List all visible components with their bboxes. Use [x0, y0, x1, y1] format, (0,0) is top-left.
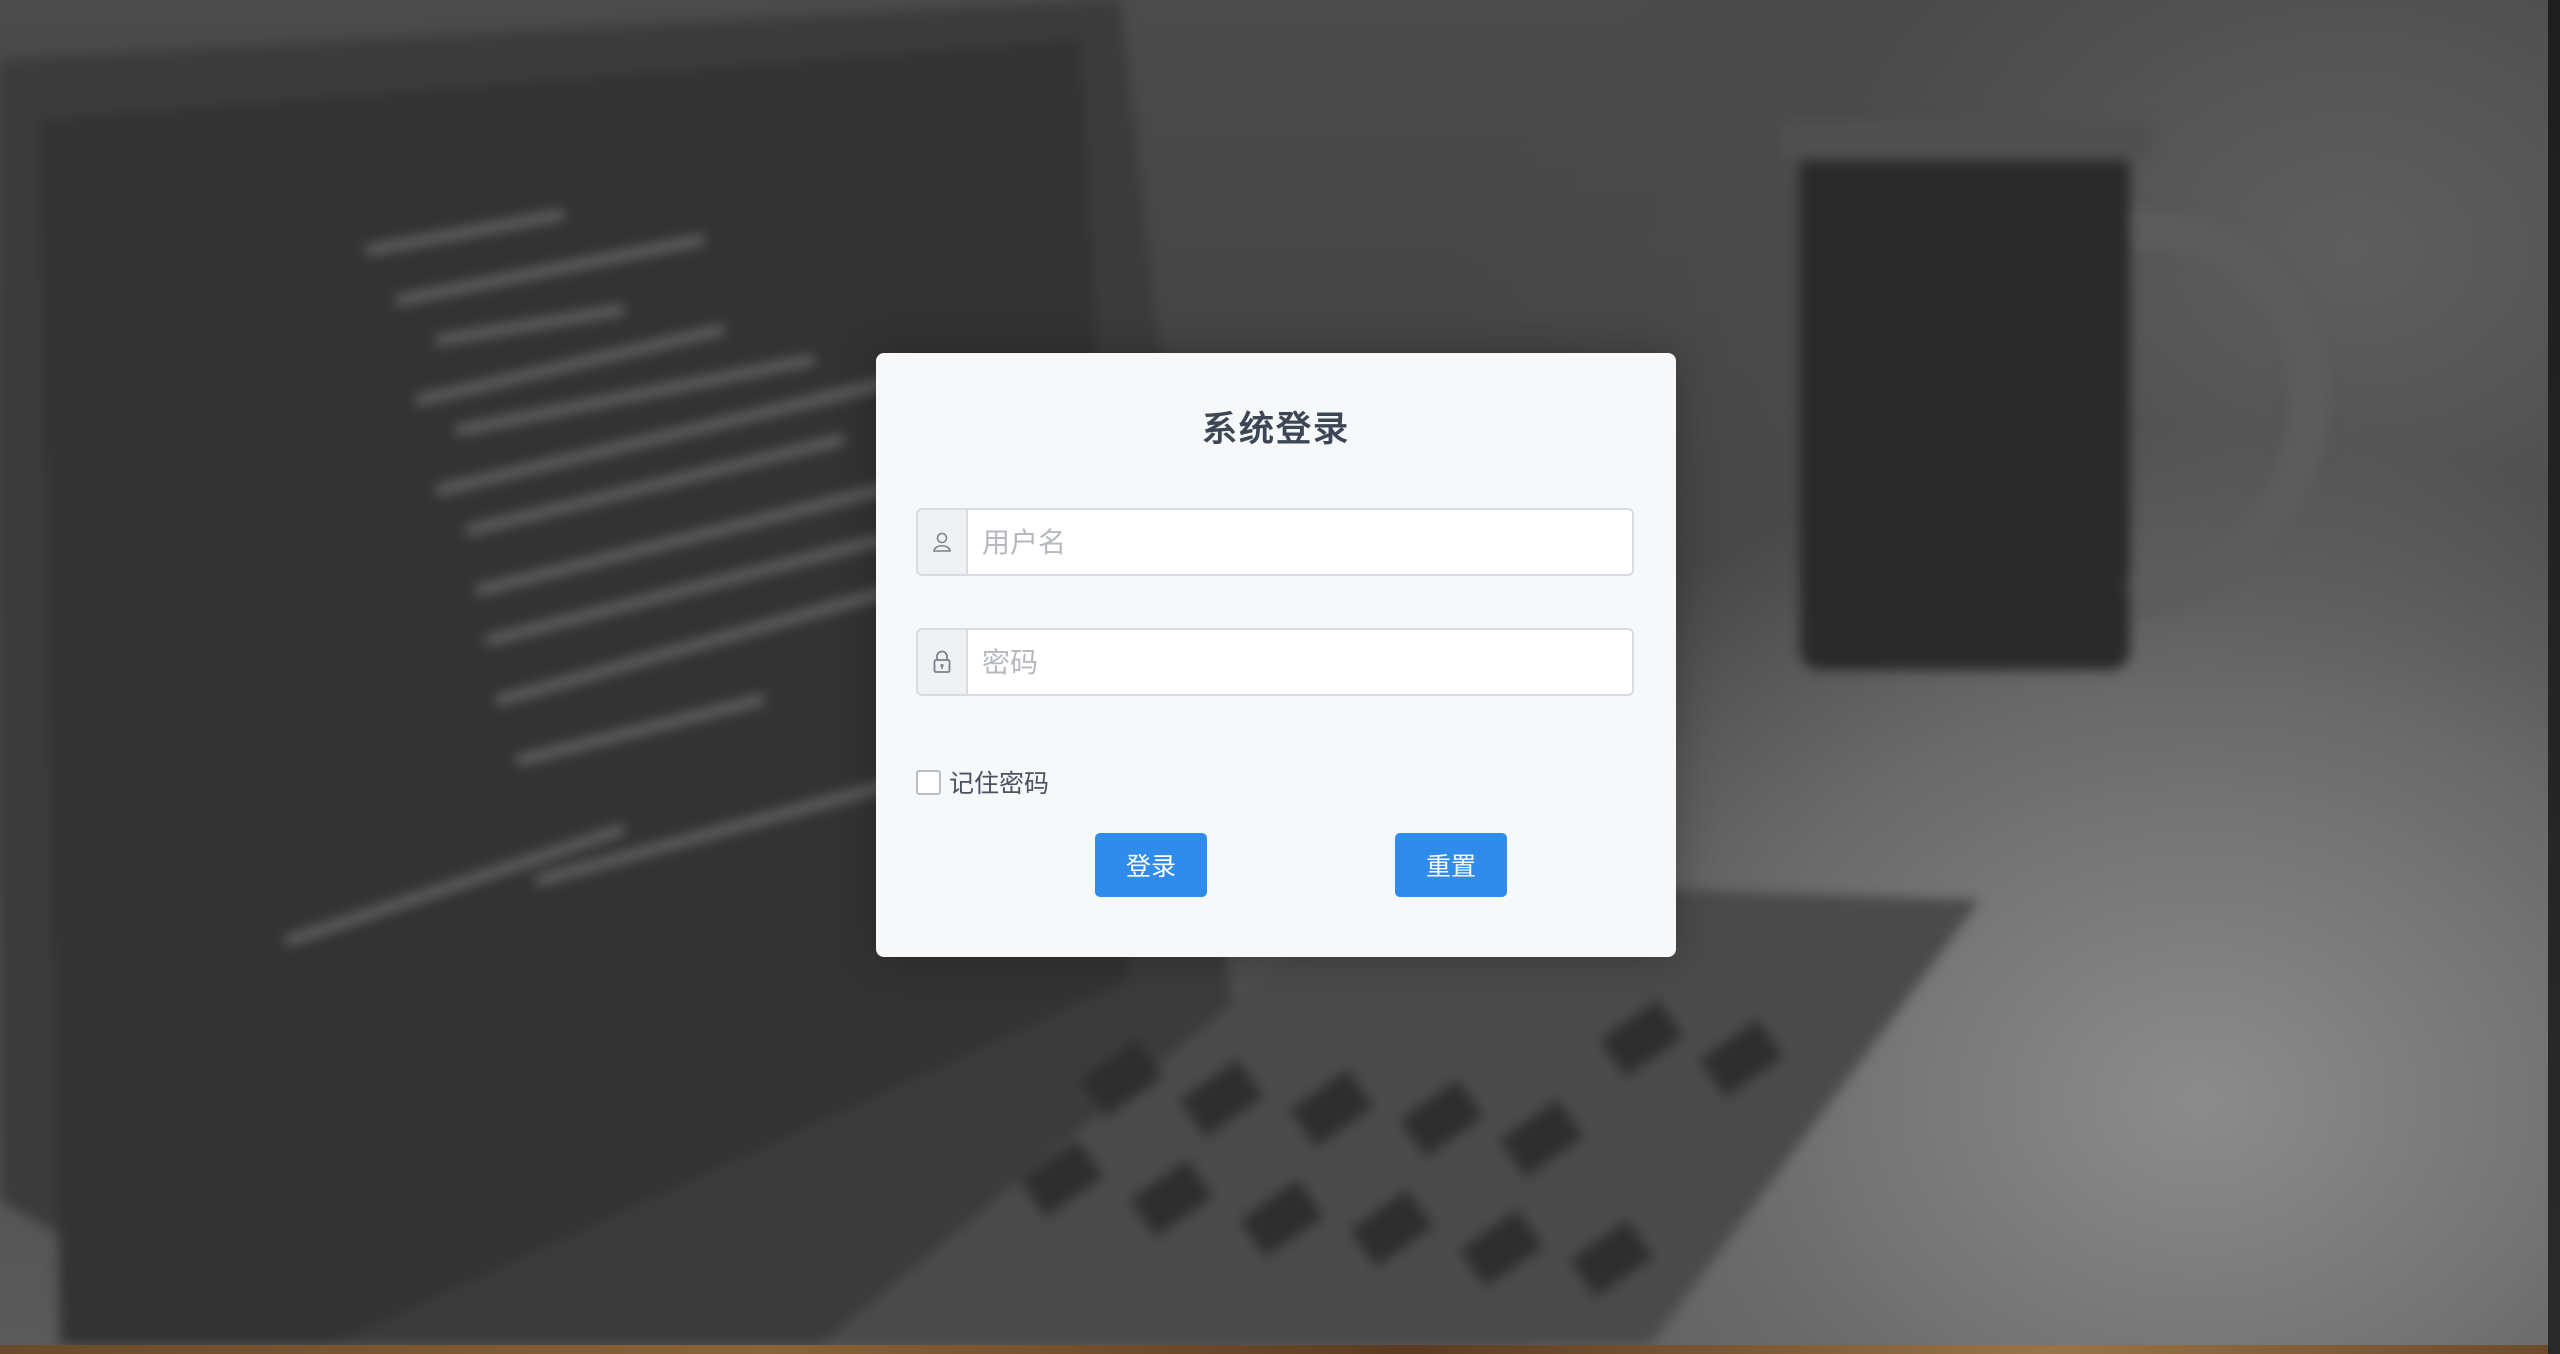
login-title: 系统登录 [1201, 410, 1350, 450]
login-card: 系统登录 记住密码 [876, 353, 1676, 957]
password-input[interactable] [968, 630, 1632, 694]
remember-label: 记住密码 [949, 769, 1050, 798]
reset-button[interactable]: 重置 [1395, 833, 1507, 897]
background-bottom-strip [0, 1345, 2560, 1354]
remember-checkbox[interactable] [916, 769, 941, 795]
user-icon [918, 510, 968, 574]
password-field [916, 628, 1634, 696]
username-field [916, 508, 1634, 576]
login-page: 系统登录 记住密码 [0, 0, 2560, 1354]
username-input[interactable] [968, 510, 1632, 574]
window-edge [2548, 0, 2560, 1354]
lock-icon [918, 630, 968, 694]
login-button[interactable]: 登录 [1095, 833, 1207, 897]
remember-password[interactable]: 记住密码 [916, 764, 1049, 800]
